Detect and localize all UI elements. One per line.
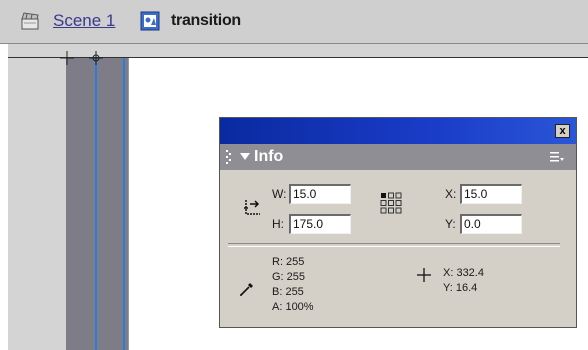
blue-value: B: 255 <box>272 286 304 298</box>
clapperboard-icon[interactable] <box>20 11 40 31</box>
width-height-icon <box>244 200 260 215</box>
cursor-x-value: X: 332.4 <box>443 267 484 279</box>
stage-left-edge <box>128 58 129 350</box>
breadcrumb-scene-link[interactable]: Scene 1 <box>53 11 115 31</box>
panel-divider <box>228 243 560 247</box>
x-label: X: <box>445 187 457 201</box>
registration-grid-icon[interactable] <box>380 192 402 214</box>
movie-clip-symbol-icon[interactable] <box>140 11 160 31</box>
red-value: R: 255 <box>272 256 305 268</box>
y-label: Y: <box>445 217 456 231</box>
options-menu-icon[interactable] <box>550 151 564 163</box>
x-field[interactable]: 15.0 <box>460 184 522 204</box>
height-label: H: <box>272 217 284 231</box>
collapse-arrow-icon[interactable] <box>240 153 250 161</box>
selection-guide-right <box>123 58 125 350</box>
edit-bar: Scene 1 transition <box>0 0 588 44</box>
cursor-y-value: Y: 16.4 <box>443 282 478 294</box>
panel-title: Info <box>254 148 284 165</box>
panel-titlebar[interactable]: x <box>220 118 576 144</box>
selected-rectangle[interactable] <box>66 58 128 350</box>
registration-point-icon <box>60 51 74 65</box>
breadcrumb-symbol-label[interactable]: transition <box>171 11 241 31</box>
info-panel: x Info W: 15.0 H: 175.0 X: 15.0 Y: 0.0 R… <box>219 117 577 328</box>
width-label: W: <box>272 187 287 201</box>
crosshair-icon <box>417 268 431 282</box>
grip-icon[interactable] <box>226 150 232 164</box>
eyedropper-icon <box>240 283 253 296</box>
alpha-value: A: 100% <box>272 301 314 313</box>
height-field[interactable]: 175.0 <box>289 214 351 234</box>
close-button[interactable]: x <box>555 124 570 138</box>
panel-header[interactable]: Info <box>220 144 576 170</box>
y-field[interactable]: 0.0 <box>460 214 522 234</box>
green-value: G: 255 <box>272 271 306 283</box>
selection-guide-left <box>95 58 97 350</box>
transform-point-icon <box>89 51 103 65</box>
width-field[interactable]: 15.0 <box>289 184 351 204</box>
